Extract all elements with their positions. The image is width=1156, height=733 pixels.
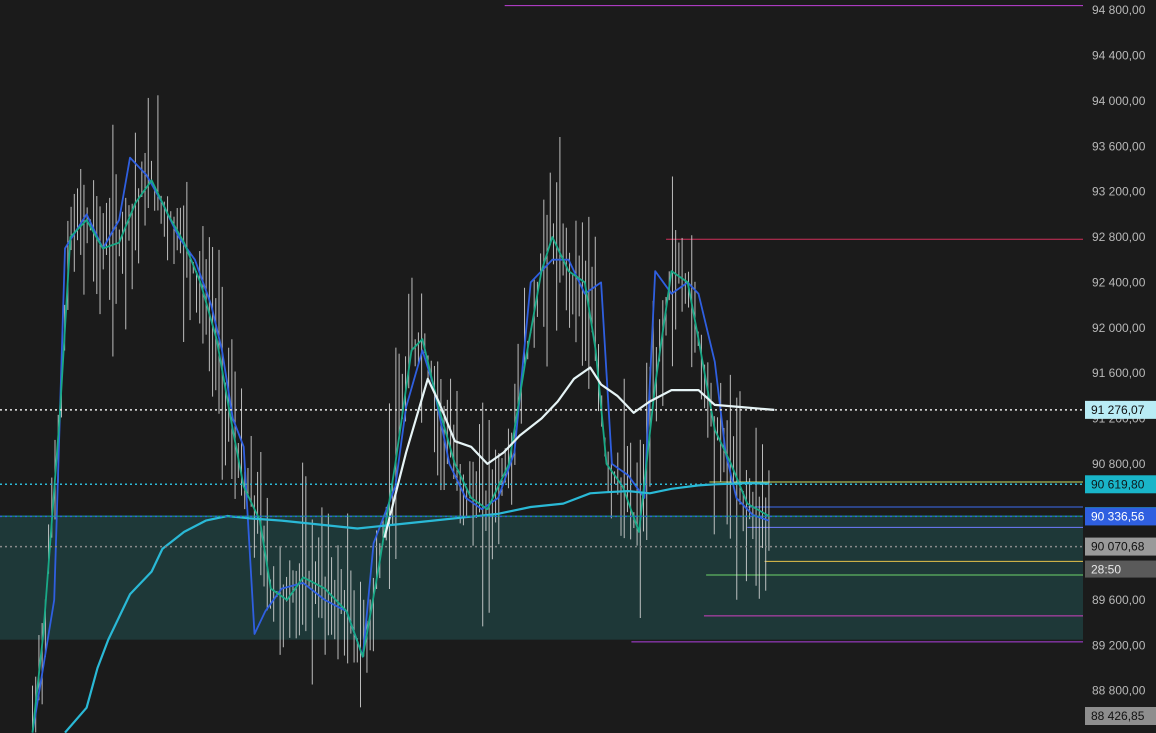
y-tick-label: 91 600,00 [1092, 366, 1146, 380]
price-badge-label-4: 90 070,68 [1091, 540, 1145, 554]
y-tick-label: 94 800,00 [1092, 3, 1146, 17]
value-area-rect [0, 516, 1083, 640]
y-tick-label: 89 600,00 [1092, 593, 1146, 607]
y-tick-label: 93 200,00 [1092, 185, 1146, 199]
y-tick-label: 92 000,00 [1092, 321, 1146, 335]
candlestick-chart[interactable]: 94 800,00 94 400,00 94 000,00 93 600,00 93 2… [0, 0, 1156, 733]
y-tick-label: 93 600,00 [1092, 139, 1146, 153]
price-badge-label-5: 88 426,85 [1091, 709, 1145, 723]
y-tick-label: 88 800,00 [1092, 684, 1146, 698]
y-tick-label: 92 800,00 [1092, 230, 1146, 244]
price-badge-label-3: 90 336,56 [1091, 509, 1145, 523]
price-badge-label-1: 90 619,80 [1091, 477, 1145, 491]
price-badge-label-0: 91 276,07 [1091, 403, 1145, 417]
countdown-label: 28:50 [1091, 563, 1121, 577]
y-tick-label: 94 400,00 [1092, 49, 1146, 63]
y-tick-label: 92 400,00 [1092, 275, 1146, 289]
chart-canvas[interactable]: 94 800,00 94 400,00 94 000,00 93 600,00 93 2… [0, 0, 1156, 733]
value-area-zone [0, 516, 1083, 640]
y-tick-label: 94 000,00 [1092, 94, 1146, 108]
y-tick-label: 89 200,00 [1092, 638, 1146, 652]
y-tick-label: 90 800,00 [1092, 457, 1146, 471]
